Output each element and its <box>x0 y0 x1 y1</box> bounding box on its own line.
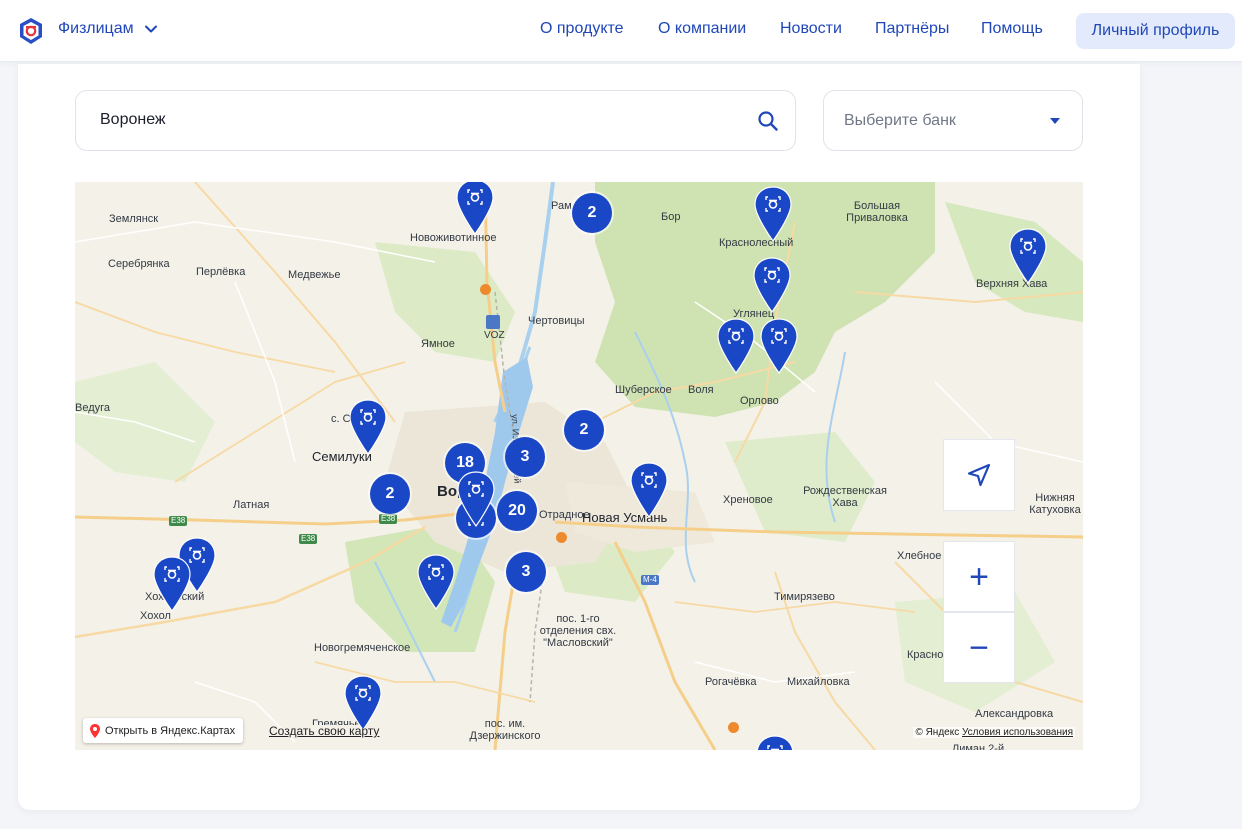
road-label: E38 <box>169 516 188 526</box>
map-place-label: Тимирязево <box>774 591 835 603</box>
map-place-label: Латная <box>233 499 270 511</box>
map-place-label: Нижняя Катуховка <box>1029 492 1081 516</box>
map-place-label: Александровка <box>975 708 1054 720</box>
bank-select[interactable]: Выберите банк <box>823 90 1083 151</box>
bank-pin[interactable] <box>755 734 795 750</box>
locate-button[interactable] <box>943 439 1015 511</box>
map-place-label: Рамонь <box>551 200 571 212</box>
fuel-station-icon <box>480 284 491 295</box>
bank-pin[interactable] <box>456 470 496 528</box>
map-place-label: VOZ <box>484 330 505 341</box>
fuel-station-icon <box>728 722 739 733</box>
bank-pin[interactable] <box>752 256 792 314</box>
map-place-label: Хреновое <box>723 494 773 506</box>
bank-pin[interactable] <box>716 317 756 375</box>
segment-label: Физлицам <box>58 20 134 37</box>
map-place-label: Рогачёвка <box>705 676 757 688</box>
map-place-label: Хлебное <box>897 550 942 562</box>
map-place-label: Михайловка <box>787 676 850 688</box>
nav-partners[interactable]: Партнёры <box>875 20 949 38</box>
profile-button[interactable]: Личный профиль <box>1076 13 1235 49</box>
airport-icon <box>486 315 500 329</box>
bank-pin[interactable] <box>753 185 793 243</box>
map-marker-icon <box>90 723 100 738</box>
nav-news[interactable]: Новости <box>780 20 842 38</box>
bank-pin[interactable] <box>1008 227 1048 285</box>
map-place-label: Медвежье <box>288 269 341 281</box>
map-place-label: Ямное <box>421 338 455 350</box>
open-in-yandex-label: Открыть в Яндекс.Картах <box>105 724 236 737</box>
navigation-arrow-icon <box>967 463 991 487</box>
pin-cluster[interactable]: 2 <box>370 474 410 514</box>
map-attribution: © Яндекс Условия использования <box>913 727 1075 738</box>
bank-pin[interactable] <box>629 461 669 519</box>
nav-about-product[interactable]: О продукте <box>540 20 624 38</box>
map-place-label: Серебрянка <box>108 258 170 270</box>
create-map-link[interactable]: Создать свою карту <box>269 724 379 738</box>
map-place-label: Большая Приваловка <box>846 200 908 224</box>
segment-dropdown[interactable]: Физлицам <box>58 20 158 38</box>
map-place-label: Орлово <box>740 395 779 407</box>
open-in-yandex-maps-link[interactable]: Открыть в Яндекс.Картах <box>83 718 244 743</box>
zoom-in-button[interactable]: + <box>943 541 1015 612</box>
map-place-label: пос. им. Дзержинского <box>469 718 541 742</box>
road-label: M-4 <box>641 575 659 585</box>
map-place-label: Землянск <box>109 213 159 225</box>
pin-cluster[interactable]: 20 <box>497 491 537 531</box>
map-place-label: Краснолесье <box>907 649 945 661</box>
map-place-label: Перлёвка <box>196 266 246 278</box>
map-place-label: Бор <box>661 211 681 223</box>
map-place-label: Новогремяченское <box>314 642 411 654</box>
minus-icon: − <box>969 628 989 667</box>
pin-cluster[interactable]: 2 <box>572 193 612 233</box>
map-place-label: Шуберское <box>615 384 672 396</box>
bank-pin[interactable] <box>759 317 799 375</box>
logo-icon[interactable] <box>18 17 44 45</box>
map-place-label: Ведуга <box>75 402 111 414</box>
map-place-label: Рождественская Хава <box>803 485 887 509</box>
bank-pin[interactable] <box>455 182 495 236</box>
fuel-station-icon <box>556 532 567 543</box>
zoom-out-button[interactable]: − <box>943 612 1015 683</box>
map-place-label: Чертовицы <box>528 315 585 327</box>
caret-down-icon <box>1050 118 1060 124</box>
nav-about-company[interactable]: О компании <box>658 20 746 38</box>
pin-cluster[interactable]: 2 <box>564 410 604 450</box>
chevron-down-icon <box>144 25 157 33</box>
copyright-text: © Яндекс <box>915 727 960 738</box>
city-search-field[interactable]: Воронеж <box>75 90 796 151</box>
map-place-label: пос. 1-го отделения свх. "Масловский" <box>539 613 617 649</box>
map-place-label: Воля <box>688 384 714 396</box>
terms-link[interactable]: Условия использования <box>962 727 1073 738</box>
plus-icon: + <box>969 557 989 596</box>
pin-cluster[interactable]: 3 <box>506 552 546 592</box>
top-navbar: Физлицам О продукте О компании Новости П… <box>0 0 1242 62</box>
bank-pin[interactable] <box>416 553 456 611</box>
bank-select-placeholder: Выберите банк <box>844 112 956 129</box>
search-input[interactable]: Воронеж <box>100 111 166 129</box>
pin-cluster[interactable]: 3 <box>505 437 545 477</box>
map-place-label: Лиман 2-й <box>952 743 1005 750</box>
road-label: E38 <box>379 514 398 524</box>
nav-help[interactable]: Помощь <box>981 20 1043 38</box>
map-canvas[interactable]: Землянск Серебрянка Перлёвка Медвежье Но… <box>75 182 1083 750</box>
bank-pin[interactable] <box>348 398 388 456</box>
bank-pin[interactable] <box>152 555 192 613</box>
road-label: E38 <box>299 534 318 544</box>
search-icon[interactable] <box>757 110 779 132</box>
